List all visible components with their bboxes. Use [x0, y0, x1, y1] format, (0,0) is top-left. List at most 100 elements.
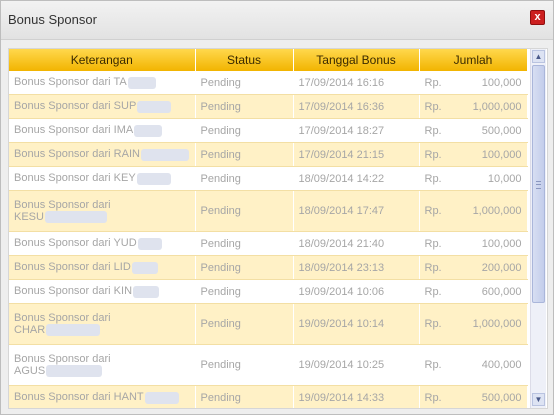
keterangan-text: Bonus Sponsor dari HANT — [14, 391, 144, 404]
table-row[interactable]: Bonus Sponsor dari SUP Pending 17/09/2014 … — [9, 94, 528, 119]
table-row[interactable]: Bonus Sponsor dari HANT Pending 19/09/2014… — [9, 385, 528, 408]
cell-status: Pending — [195, 94, 294, 119]
cell-keterangan: Bonus Sponsor dari HANT — [9, 385, 196, 408]
keterangan-line-1: Bonus Sponsor dari — [14, 311, 111, 324]
column-header-keterangan[interactable]: Keterangan — [9, 49, 196, 71]
table-row[interactable]: Bonus Sponsor dari CHAR Pending 19/09/2014 … — [9, 303, 528, 345]
currency-label: Rp. — [424, 318, 442, 330]
cell-status: Pending — [195, 279, 294, 304]
cell-jumlah: Rp. 100,000 — [419, 231, 528, 256]
redacted-name-blur — [46, 365, 103, 378]
bonus-table-container: Keterangan Status Tanggal Bonus Jumlah B… — [8, 48, 548, 409]
currency-label: Rp. — [424, 261, 442, 274]
cell-jumlah: Rp. 1,000,000 — [419, 94, 528, 119]
table-row[interactable]: Bonus Sponsor dari LID Pending 18/09/2014 … — [9, 255, 528, 280]
scroll-down-arrow-icon[interactable]: ▼ — [532, 393, 545, 406]
cell-jumlah: Rp. 200,000 — [419, 255, 528, 280]
sponsor-name-text: CHAR — [14, 323, 46, 336]
cell-jumlah: Rp. 10,000 — [419, 166, 528, 191]
table-row[interactable]: Bonus Sponsor dari IMA Pending 17/09/2014 … — [9, 118, 528, 143]
amount-value: 100,000 — [481, 148, 522, 161]
table-row[interactable]: Bonus Sponsor dari RAIN Pending 17/09/2014… — [9, 142, 528, 167]
cell-keterangan: Bonus Sponsor dari IMA — [9, 118, 196, 143]
redacted-name-blur — [131, 261, 158, 274]
cell-tanggal-bonus: 18/09/2014 14:22 — [293, 166, 420, 191]
amount-value: 500,000 — [481, 124, 522, 137]
dialog-title: Bonus Sponsor — [8, 12, 97, 27]
table-row[interactable]: Bonus Sponsor dari KEY Pending 18/09/2014 … — [9, 166, 528, 191]
cell-keterangan: Bonus Sponsor dari SUP — [9, 94, 196, 119]
table-row[interactable]: Bonus Sponsor dari KIN Pending 19/09/2014 … — [9, 279, 528, 304]
table-row[interactable]: Bonus Sponsor dari AGUS Pending 19/09/2014 … — [9, 344, 528, 386]
redacted-name-blur — [133, 285, 160, 298]
close-icon[interactable]: x — [530, 10, 545, 25]
cell-keterangan: Bonus Sponsor dari RAIN — [9, 142, 196, 167]
keterangan-line-2: CHAR — [14, 323, 190, 337]
currency-label: Rp. — [424, 76, 442, 89]
table-row[interactable]: Bonus Sponsor dari KESU Pending 18/09/2014 … — [9, 190, 528, 232]
amount-value: 1,000,000 — [472, 100, 522, 113]
cell-status: Pending — [195, 255, 294, 280]
amount-value: 600,000 — [481, 285, 522, 298]
amount-value: 100,000 — [481, 76, 522, 89]
cell-tanggal-bonus: 17/09/2014 16:16 — [293, 71, 420, 95]
keterangan-text: Bonus Sponsor dari KIN — [14, 285, 133, 298]
cell-jumlah: Rp. 100,000 — [419, 71, 528, 95]
bonus-table: Keterangan Status Tanggal Bonus Jumlah B… — [9, 49, 528, 408]
keterangan-text: Bonus Sponsor dari TA — [14, 76, 127, 89]
table-row[interactable]: Bonus Sponsor dari TA Pending 17/09/2014 1… — [9, 71, 528, 95]
scrollbar-thumb[interactable] — [532, 65, 545, 303]
currency-label: Rp. — [424, 124, 442, 137]
redacted-name-blur — [127, 76, 156, 89]
cell-tanggal-bonus: 19/09/2014 10:06 — [293, 279, 420, 304]
cell-jumlah: Rp. 1,000,000 — [419, 303, 528, 345]
cell-tanggal-bonus: 17/09/2014 16:36 — [293, 94, 420, 119]
keterangan-text: Bonus Sponsor dari KEY — [14, 172, 136, 185]
redacted-name-blur — [137, 100, 172, 113]
column-header-jumlah[interactable]: Jumlah — [419, 49, 528, 71]
table-row[interactable]: Bonus Sponsor dari YUD Pending 18/09/2014 … — [9, 231, 528, 256]
cell-keterangan: Bonus Sponsor dari KIN — [9, 279, 196, 304]
column-header-tanggal-bonus[interactable]: Tanggal Bonus — [293, 49, 420, 71]
cell-keterangan: Bonus Sponsor dari KESU — [9, 190, 196, 232]
scroll-up-arrow-icon[interactable]: ▲ — [532, 50, 545, 63]
cell-status: Pending — [195, 118, 294, 143]
keterangan-line-1: Bonus Sponsor dari — [14, 198, 111, 211]
cell-status: Pending — [195, 303, 294, 345]
cell-status: Pending — [195, 71, 294, 95]
cell-keterangan: Bonus Sponsor dari AGUS — [9, 344, 196, 386]
keterangan-text: Bonus Sponsor dari SUP — [14, 100, 137, 113]
amount-value: 100,000 — [481, 237, 522, 250]
currency-label: Rp. — [424, 205, 442, 217]
cell-jumlah: Rp. 500,000 — [419, 118, 528, 143]
cell-jumlah: Rp. 500,000 — [419, 385, 528, 408]
cell-tanggal-bonus: 18/09/2014 17:47 — [293, 190, 420, 232]
keterangan-line-2: KESU — [14, 211, 190, 224]
redacted-name-blur — [46, 324, 101, 337]
sponsor-name-text: AGUS — [14, 364, 46, 377]
amount-value: 500,000 — [481, 391, 522, 404]
cell-status: Pending — [195, 166, 294, 191]
currency-label: Rp. — [424, 285, 442, 298]
keterangan-text: Bonus Sponsor dari LID — [14, 261, 131, 274]
currency-label: Rp. — [424, 172, 442, 185]
cell-status: Pending — [195, 142, 294, 167]
cell-status: Pending — [195, 231, 294, 256]
cell-status: Pending — [195, 190, 294, 232]
cell-keterangan: Bonus Sponsor dari CHAR — [9, 303, 196, 345]
currency-label: Rp. — [424, 100, 442, 113]
cell-jumlah: Rp. 100,000 — [419, 142, 528, 167]
keterangan-text: Bonus Sponsor dari YUD — [14, 237, 137, 250]
column-header-status[interactable]: Status — [195, 49, 294, 71]
cell-status: Pending — [195, 385, 294, 408]
cell-status: Pending — [195, 344, 294, 386]
redacted-name-blur — [137, 237, 162, 250]
keterangan-line-2: AGUS — [14, 364, 190, 378]
table-body: Bonus Sponsor dari TA Pending 17/09/2014 1… — [9, 71, 528, 408]
cell-keterangan: Bonus Sponsor dari YUD — [9, 231, 196, 256]
redacted-name-blur — [144, 391, 179, 404]
cell-tanggal-bonus: 17/09/2014 18:27 — [293, 118, 420, 143]
amount-value: 1,000,000 — [472, 205, 522, 217]
vertical-scrollbar[interactable]: ▲ ▼ — [530, 49, 546, 408]
cell-tanggal-bonus: 18/09/2014 21:40 — [293, 231, 420, 256]
